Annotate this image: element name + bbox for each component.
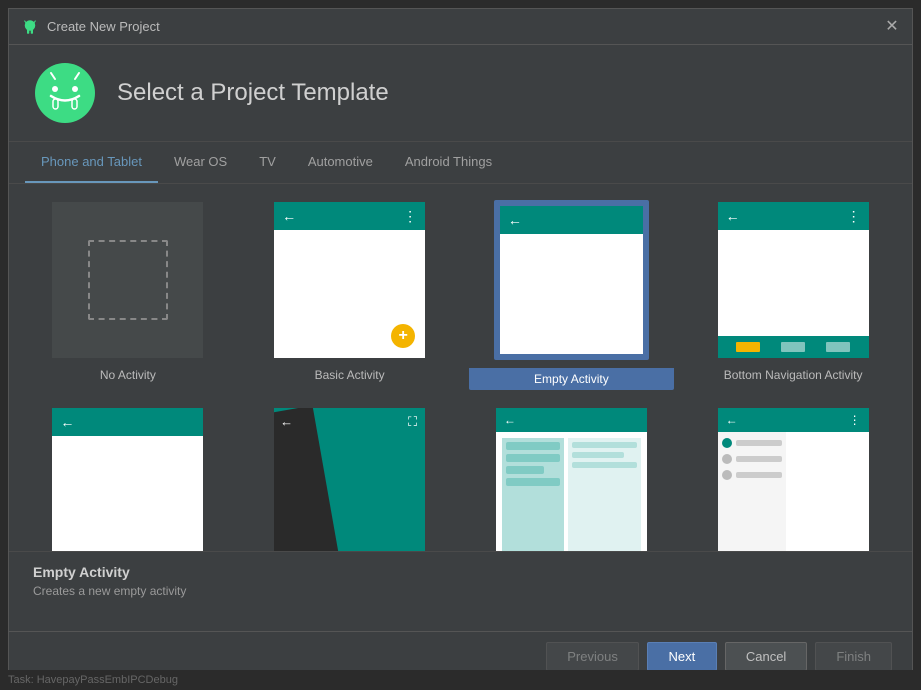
taskbar-hint: Task: HavepayPassEmbIPCDebug [0, 670, 921, 690]
title-bar: Create New Project ✕ [9, 9, 912, 45]
title-bar-left: Create New Project [21, 18, 160, 36]
empty2-topbar: ← [52, 408, 203, 436]
fullscreen-bg: ← ⛶ [274, 408, 425, 551]
empty-topbar: ← [500, 206, 643, 234]
bottom-nav-body [718, 230, 869, 336]
header-section: Select a Project Template [9, 45, 912, 142]
nav-drawer-right-panel [786, 432, 869, 551]
dialog-title: Create New Project [47, 19, 160, 34]
android-logo [33, 61, 97, 125]
basic-fab: + [391, 324, 415, 348]
info-section: Empty Activity Creates a new empty activ… [9, 551, 912, 631]
template-no-activity[interactable]: No Activity [25, 200, 231, 390]
basic-menu: ⋮ [403, 208, 417, 225]
fragment-line-2 [506, 454, 560, 462]
bottom-nav-item-2 [781, 342, 805, 352]
template-empty-activity-2-preview: ← [50, 406, 205, 551]
tab-phone-tablet[interactable]: Phone and Tablet [25, 142, 158, 183]
selected-template-description: Creates a new empty activity [33, 584, 888, 598]
fragment-right-panel [568, 438, 641, 551]
template-bottom-nav-preview: ← ⋮ [716, 200, 871, 360]
template-empty-activity-preview: ← [494, 200, 649, 360]
nav-dot-line-3 [736, 472, 782, 478]
empty-back-arrow: ← [508, 212, 522, 228]
tab-wear-os[interactable]: Wear OS [158, 142, 243, 183]
nav-dot-line-1 [736, 440, 782, 446]
taskbar-text: Task: HavepayPassEmbIPCDebug [8, 674, 178, 686]
basic-body: + [274, 230, 425, 358]
template-no-activity-label: No Activity [100, 368, 156, 382]
bottom-nav-menu: ⋮ [847, 208, 861, 225]
next-button[interactable]: Next [647, 642, 717, 671]
fullscreen-back-icon: ← [280, 414, 293, 429]
basic-topbar: ← ⋮ [274, 202, 425, 230]
templates-grid-wrapper[interactable]: No Activity ← ⋮ + [9, 184, 912, 551]
nav-dot-1 [722, 438, 782, 448]
nav-drawer-topbar: ← ⋮ [718, 408, 869, 432]
tab-tv[interactable]: TV [243, 142, 292, 183]
header-title: Select a Project Template [117, 79, 389, 107]
previous-button[interactable]: Previous [546, 642, 639, 671]
nav-dot-circle-1 [722, 438, 732, 448]
template-bottom-navigation[interactable]: ← ⋮ Bottom Navigation Activity [690, 200, 896, 390]
nav-dot-circle-3 [722, 470, 732, 480]
template-fullscreen[interactable]: ← ⛶ Fullscreen Activity [247, 406, 453, 551]
fragment-line-1 [506, 442, 560, 450]
bottom-nav-bar [718, 336, 869, 358]
template-nav-drawer-preview: ← ⋮ [716, 406, 871, 551]
nav-drawer-body [718, 432, 869, 551]
fragment-right-line-1 [572, 442, 637, 448]
template-no-activity-preview [50, 200, 205, 360]
bottom-nav-item-3 [826, 342, 850, 352]
fragment-line-3 [506, 466, 544, 474]
finish-button[interactable]: Finish [815, 642, 892, 671]
nav-dot-2 [722, 454, 782, 464]
fragment-right-line-3 [572, 462, 637, 468]
nav-dot-3 [722, 470, 782, 480]
template-bottom-nav-label: Bottom Navigation Activity [724, 368, 863, 382]
fragment-topbar: ← [496, 408, 647, 432]
tabs-section: Phone and Tablet Wear OS TV Automotive A… [9, 142, 912, 184]
basic-back-arrow: ← [282, 208, 296, 224]
cancel-button[interactable]: Cancel [725, 642, 807, 671]
template-fullscreen-preview: ← ⛶ [272, 406, 427, 551]
tab-android-things[interactable]: Android Things [389, 142, 508, 183]
fragment-left-panel [502, 438, 564, 551]
nav-dot-line-2 [736, 456, 782, 462]
nav-drawer-left-panel [718, 432, 786, 551]
template-fragment-preview: ← [494, 406, 649, 551]
fragment-body [496, 432, 647, 551]
template-empty-activity[interactable]: ← Empty Activity [469, 200, 675, 390]
no-activity-dashed-box [88, 240, 168, 320]
empty-body [500, 234, 643, 354]
bottom-nav-back-arrow: ← [726, 208, 740, 224]
bottom-nav-topbar: ← ⋮ [718, 202, 869, 230]
template-empty-activity-label: Empty Activity [469, 368, 675, 390]
template-basic-activity[interactable]: ← ⋮ + Basic Activity [247, 200, 453, 390]
selected-template-title: Empty Activity [33, 564, 888, 580]
content-area: No Activity ← ⋮ + [9, 184, 912, 551]
empty2-back-arrow: ← [60, 414, 74, 430]
template-empty-activity-2[interactable]: ← Empty Activity [25, 406, 231, 551]
fragment-line-4 [506, 478, 560, 486]
template-basic-activity-preview: ← ⋮ + [272, 200, 427, 360]
fullscreen-expand-icon: ⛶ [408, 414, 417, 430]
nav-dot-circle-2 [722, 454, 732, 464]
template-basic-activity-label: Basic Activity [315, 368, 385, 382]
template-fragment-list[interactable]: ← [469, 406, 675, 551]
empty2-body [52, 436, 203, 551]
tab-automotive[interactable]: Automotive [292, 142, 389, 183]
bottom-nav-item-1 [736, 342, 760, 352]
fragment-right-line-2 [572, 452, 624, 458]
template-nav-drawer[interactable]: ← ⋮ [690, 406, 896, 551]
templates-grid: No Activity ← ⋮ + [25, 200, 896, 551]
android-small-icon [21, 18, 39, 36]
close-button[interactable]: ✕ [884, 19, 900, 35]
